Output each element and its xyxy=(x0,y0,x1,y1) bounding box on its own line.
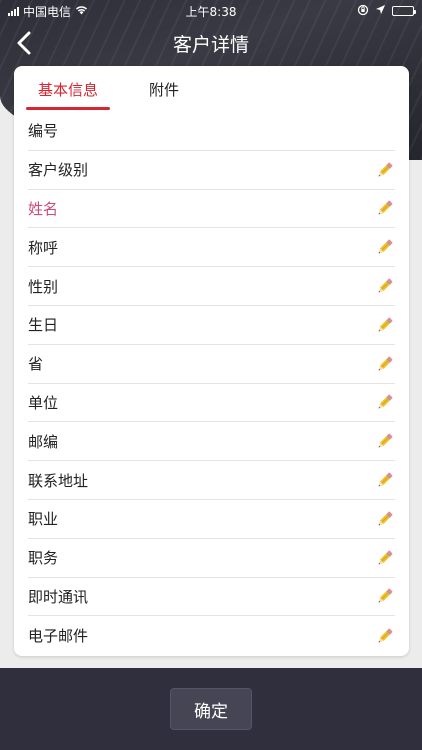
back-button[interactable] xyxy=(10,28,38,58)
pencil-icon[interactable] xyxy=(375,392,395,412)
pencil-icon[interactable] xyxy=(375,470,395,490)
field-row-customer-level[interactable]: 客户级别 xyxy=(28,151,395,190)
confirm-button[interactable]: 确定 xyxy=(170,688,252,730)
wifi-icon xyxy=(75,5,88,18)
field-row-gender[interactable]: 性别 xyxy=(28,267,395,306)
field-label: 联系地址 xyxy=(28,471,89,490)
field-label: 生日 xyxy=(28,316,59,335)
field-row-position[interactable]: 职务 xyxy=(28,539,395,578)
field-label: 职业 xyxy=(28,510,59,529)
field-row-postcode[interactable]: 邮编 xyxy=(28,422,395,462)
navigation-bar: 客户详情 xyxy=(0,22,422,64)
pencil-icon[interactable] xyxy=(375,160,395,180)
pencil-icon[interactable] xyxy=(375,431,395,451)
tab-attachments[interactable]: 附件 xyxy=(116,66,212,112)
field-row-number: 编号 xyxy=(28,112,395,151)
field-label: 编号 xyxy=(28,122,59,141)
status-bar: 中国电信 上午8:38 xyxy=(0,0,422,22)
field-label: 性别 xyxy=(28,277,59,296)
pencil-icon[interactable] xyxy=(375,586,395,606)
carrier-label: 中国电信 xyxy=(23,4,72,19)
field-label: 客户级别 xyxy=(28,161,89,180)
orientation-lock-icon xyxy=(357,4,369,19)
field-row-instant-messaging[interactable]: 即时通讯 xyxy=(28,578,395,617)
field-row-name[interactable]: 姓名 xyxy=(28,190,395,229)
battery-icon xyxy=(392,6,416,16)
field-row-occupation[interactable]: 职业 xyxy=(28,500,395,539)
field-row-province[interactable]: 省 xyxy=(28,345,395,384)
field-label: 邮编 xyxy=(28,432,59,451)
tab-bar: 基本信息 附件 xyxy=(14,66,409,112)
field-row-email[interactable]: 电子邮件 xyxy=(28,616,395,655)
field-row-company[interactable]: 单位 xyxy=(28,384,395,423)
field-row-address[interactable]: 联系地址 xyxy=(28,461,395,500)
pencil-icon[interactable] xyxy=(375,626,395,646)
pencil-icon[interactable] xyxy=(375,548,395,568)
field-label: 职务 xyxy=(28,549,59,568)
chevron-left-icon xyxy=(17,31,31,55)
field-label: 姓名 xyxy=(28,199,59,218)
pencil-icon[interactable] xyxy=(375,237,395,257)
pencil-icon[interactable] xyxy=(375,354,395,374)
field-label: 电子邮件 xyxy=(28,627,89,646)
pencil-icon[interactable] xyxy=(375,198,395,218)
pencil-icon[interactable] xyxy=(375,276,395,296)
page-title: 客户详情 xyxy=(172,33,249,56)
field-list: 编号 客户级别 姓名 称呼 性别 生日 省 单位 邮编 联系地址 职业 职务 即… xyxy=(14,112,409,655)
field-row-birthday[interactable]: 生日 xyxy=(28,306,395,345)
pencil-icon[interactable] xyxy=(375,509,395,529)
tab-basic-info[interactable]: 基本信息 xyxy=(20,66,116,112)
field-label: 称呼 xyxy=(28,238,59,257)
customer-detail-card: 基本信息 附件 编号 客户级别 姓名 称呼 性别 生日 省 单位 邮编 联系地址… xyxy=(14,66,409,656)
footer-bar: 确定 xyxy=(0,668,422,750)
location-arrow-icon xyxy=(375,4,386,18)
field-label: 即时通讯 xyxy=(28,587,89,606)
field-label: 省 xyxy=(28,355,44,374)
field-row-title[interactable]: 称呼 xyxy=(28,228,395,268)
signal-icon xyxy=(8,6,19,16)
pencil-icon[interactable] xyxy=(375,315,395,335)
field-label: 单位 xyxy=(28,393,59,412)
